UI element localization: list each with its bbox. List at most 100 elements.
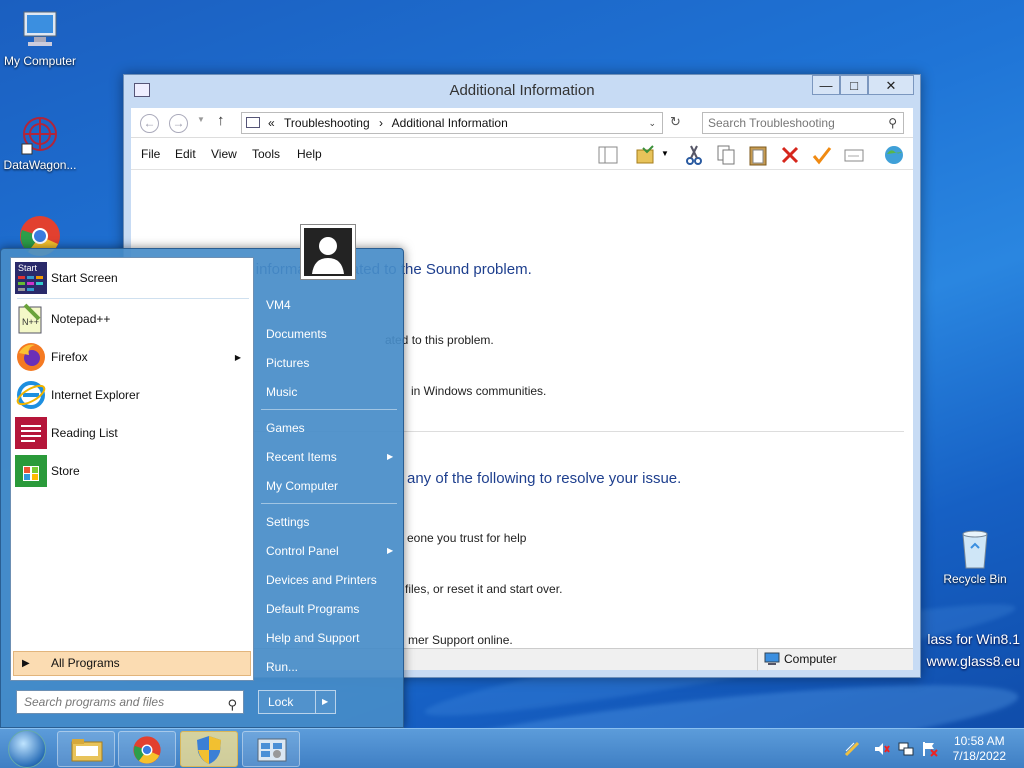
window-titlebar[interactable]: Additional Information — □ ✕ (124, 75, 920, 105)
forward-button[interactable]: → (169, 114, 188, 133)
computer-small-icon (764, 652, 780, 665)
start-item-notepadpp[interactable]: N++ Notepad++ (15, 301, 249, 337)
taskbar-explorer-button[interactable] (57, 731, 115, 767)
shield-icon (197, 736, 221, 764)
network-icon[interactable] (898, 741, 914, 757)
lock-options-arrow-icon[interactable]: ▶ (322, 691, 328, 713)
paste-icon[interactable] (747, 144, 769, 166)
start-right-music[interactable]: Music (266, 385, 297, 399)
desktop-icon-recycle-bin[interactable]: Recycle Bin (935, 526, 1015, 586)
status-zone: Computer (757, 649, 913, 671)
taskbar-clock[interactable]: 10:58 AM 7/18/2022 (953, 734, 1006, 764)
start-right-control-panel[interactable]: Control Panel (266, 544, 339, 558)
cut-icon[interactable] (683, 144, 705, 166)
start-right-my-computer[interactable]: My Computer (266, 479, 338, 493)
all-programs-arrow-icon: ▶ (22, 658, 30, 669)
network-tools-icon[interactable] (844, 741, 860, 757)
svg-text:N++: N++ (22, 317, 39, 327)
start-item-start-screen[interactable]: Start Start Screen (15, 260, 249, 296)
start-orb-button[interactable] (8, 730, 46, 768)
up-button[interactable]: ↑ (217, 112, 225, 129)
desktop-icon-my-computer[interactable]: My Computer (0, 8, 80, 68)
folder-icon (71, 739, 103, 762)
start-right-games[interactable]: Games (266, 421, 305, 435)
desktop-icon-label: DataWagon... (3, 158, 77, 172)
lock-button[interactable]: Lock ▶ (258, 690, 336, 714)
start-right-separator (261, 409, 397, 410)
search-icon[interactable]: ⚲ (227, 694, 237, 716)
layout-pane-icon[interactable] (597, 144, 619, 166)
start-right-pictures[interactable]: Pictures (266, 356, 309, 370)
taskbar-control-panel-button[interactable] (242, 731, 300, 767)
back-button[interactable]: ← (140, 114, 159, 133)
all-programs-button[interactable]: ▶ All Programs (13, 651, 251, 676)
start-screen-icon: Start (15, 262, 47, 294)
desktop-icon-label: Recycle Bin (943, 572, 1007, 586)
submenu-arrow-icon: ▶ (234, 352, 241, 362)
desktop-icon-datawagon[interactable]: DataWagon... (0, 112, 80, 172)
start-tile-text: Start (18, 263, 38, 273)
copy-icon[interactable] (715, 144, 737, 166)
start-item-label: Reading List (51, 426, 118, 440)
delete-icon[interactable] (779, 144, 801, 166)
window-title: Additional Information (449, 82, 595, 99)
ie-icon (15, 379, 47, 411)
rename-icon[interactable] (843, 144, 865, 166)
user-avatar[interactable] (300, 224, 356, 280)
start-search-input[interactable]: Search programs and files ⚲ (16, 690, 244, 714)
start-item-label: Firefox (51, 350, 88, 364)
start-right-documents[interactable]: Documents (266, 327, 327, 341)
menu-help[interactable]: Help (297, 147, 322, 161)
breadcrumb-prefix: « (268, 116, 275, 130)
taskbar-chrome-button[interactable] (118, 731, 176, 767)
lock-label: Lock (268, 695, 294, 709)
datawagon-icon (18, 112, 62, 156)
start-right-recent-items[interactable]: Recent Items (266, 450, 337, 464)
start-item-internet-explorer[interactable]: Internet Explorer (15, 377, 249, 413)
taskbar-action-center-button[interactable] (180, 731, 238, 767)
globe-icon[interactable] (883, 144, 905, 166)
breadcrumb-item-additional-information[interactable]: Additional Information (392, 116, 508, 130)
volume-muted-icon[interactable] (874, 741, 890, 757)
menu-edit[interactable]: Edit (175, 147, 196, 161)
start-right-settings[interactable]: Settings (266, 515, 309, 529)
menu-view[interactable]: View (211, 147, 237, 161)
start-item-store[interactable]: Store (15, 453, 249, 489)
breadcrumb-item-troubleshooting[interactable]: Troubleshooting (284, 116, 370, 130)
breadcrumb[interactable]: « Troubleshooting › Additional Informati… (241, 112, 663, 134)
menu-bar: File Edit View Tools Help ▼ (131, 138, 913, 170)
watermark-line-2: www.glass8.eu (926, 653, 1020, 669)
properties-check-icon[interactable] (811, 144, 833, 166)
control-panel-icon (246, 117, 260, 128)
start-item-firefox[interactable]: Firefox ▶ (15, 339, 249, 375)
info-text-4: files, or reset it and start over. (405, 582, 563, 596)
folder-options-dropdown-icon[interactable]: ▼ (661, 149, 669, 158)
minimize-button[interactable]: — (812, 75, 840, 95)
start-right-user-folder[interactable]: VM4 (266, 298, 291, 312)
refresh-icon[interactable]: ↻ (670, 114, 681, 130)
watermark-line-1: lass for Win8.1 (927, 631, 1020, 647)
menu-file[interactable]: File (141, 147, 160, 161)
maximize-button[interactable]: □ (840, 75, 868, 95)
notepadpp-icon: N++ (15, 303, 47, 335)
start-item-reading-list[interactable]: Reading List (15, 415, 249, 451)
start-right-run[interactable]: Run... (266, 660, 298, 674)
address-dropdown-chevron-icon[interactable]: ⌄ (648, 113, 656, 133)
start-right-devices-printers[interactable]: Devices and Printers (266, 573, 377, 587)
start-item-label: Start Screen (51, 271, 118, 285)
flag-error-icon[interactable] (922, 741, 938, 757)
computer-icon (18, 8, 62, 52)
search-input[interactable]: Search Troubleshooting ⚲ (702, 112, 904, 134)
info-text-5: mer Support online. (408, 633, 513, 647)
folder-options-icon[interactable] (635, 144, 657, 166)
start-menu-separator (17, 298, 249, 299)
close-button[interactable]: ✕ (868, 75, 914, 95)
info-text-2: in Windows communities. (411, 384, 547, 398)
search-icon[interactable]: ⚲ (888, 113, 897, 133)
address-bar: ← → ▼ ↑ « Troubleshooting › Additional I… (131, 108, 913, 138)
start-right-default-programs[interactable]: Default Programs (266, 602, 359, 616)
desktop-icon-label: My Computer (3, 54, 77, 68)
recent-locations-chevron-icon[interactable]: ▼ (197, 115, 205, 124)
menu-tools[interactable]: Tools (252, 147, 280, 161)
start-right-help-support[interactable]: Help and Support (266, 631, 359, 645)
